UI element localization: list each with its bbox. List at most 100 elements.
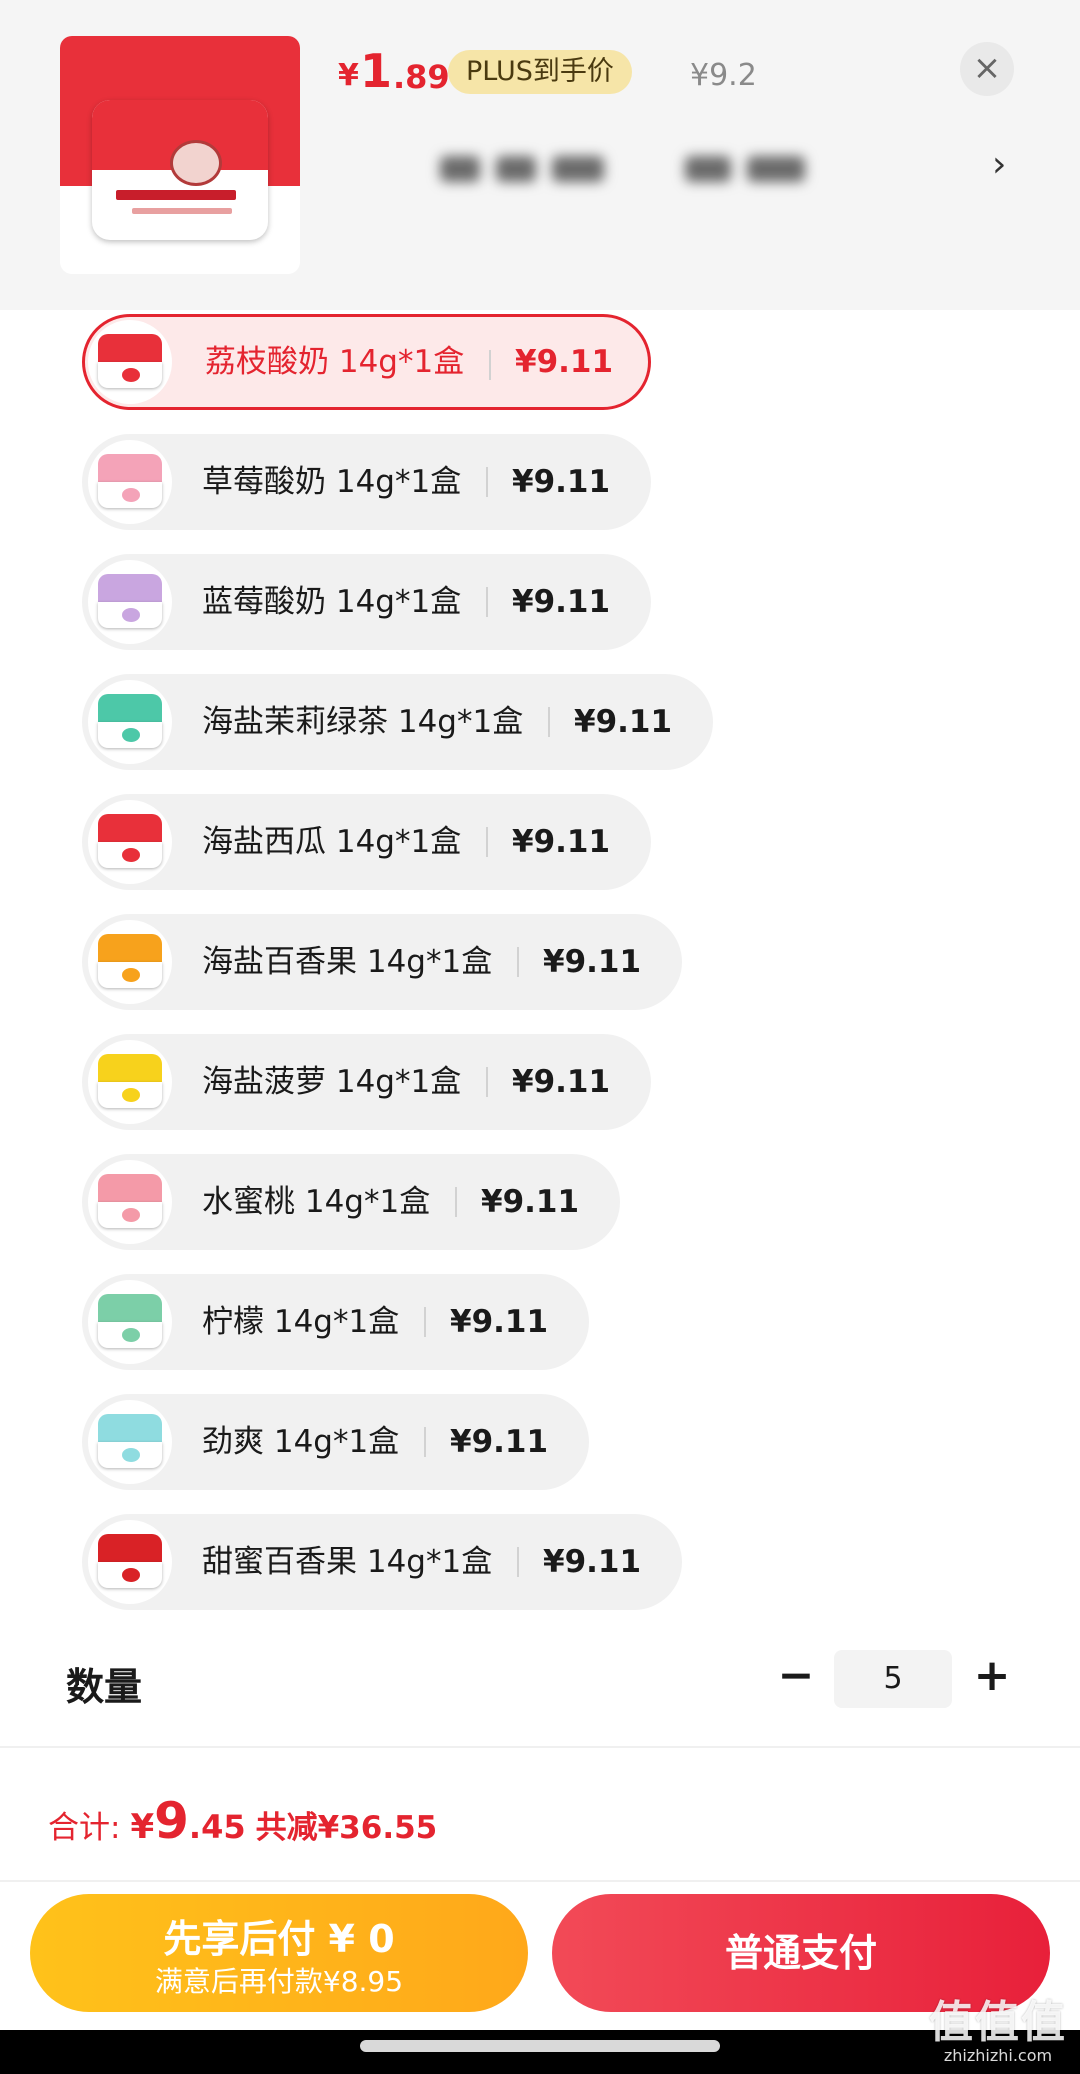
fruit-icon: [122, 1088, 140, 1102]
divider: [0, 1746, 1080, 1748]
fruit-icon: [122, 848, 140, 862]
pay-later-title: 先享后付 ¥ 0: [163, 1917, 395, 1961]
variant-option[interactable]: 甜蜜百香果 14g*1盒 ¥9.11: [82, 1514, 682, 1610]
lychee-icon: [170, 140, 222, 186]
variant-thumbnail-icon: [88, 1040, 172, 1124]
fruit-icon: [122, 1208, 140, 1222]
original-price: ¥9.2: [690, 58, 757, 93]
sheet-header: ¥ 1 .89 PLUS到手价 ¥9.2 × ›: [0, 0, 1080, 310]
sku-sheet: ¥ 1 .89 PLUS到手价 ¥9.2 × › 荔枝酸奶 14g*1盒 ¥9.1…: [0, 0, 1080, 2030]
fruit-icon: [122, 1328, 140, 1342]
pay-later-button[interactable]: 先享后付 ¥ 0 满意后再付款¥8.95: [30, 1894, 528, 2012]
price-decimal: .89: [393, 58, 450, 96]
variant-option[interactable]: 草莓酸奶 14g*1盒 ¥9.11: [82, 434, 651, 530]
variant-option[interactable]: 海盐百香果 14g*1盒 ¥9.11: [82, 914, 682, 1010]
variant-option[interactable]: 海盐茉莉绿茶 14g*1盒 ¥9.11: [82, 674, 713, 770]
fruit-icon: [122, 488, 140, 502]
variant-option[interactable]: 柠檬 14g*1盒 ¥9.11: [82, 1274, 589, 1370]
variant-thumbnail-icon: [88, 440, 172, 524]
tin-lid: [98, 814, 162, 842]
variant-label: 蓝莓酸奶 14g*1盒: [202, 584, 462, 620]
variant-label: 海盐茉莉绿茶 14g*1盒: [202, 704, 524, 740]
tin-lid: [98, 694, 162, 722]
variant-option[interactable]: 海盐西瓜 14g*1盒 ¥9.11: [82, 794, 651, 890]
total-integer: 9: [154, 1792, 189, 1850]
variant-label: 劲爽 14g*1盒: [202, 1424, 400, 1460]
variant-price: ¥9.11: [512, 464, 611, 500]
variant-label: 荔枝酸奶 14g*1盒: [205, 344, 465, 380]
tin-lid: [98, 1174, 162, 1202]
brand-subline: [132, 208, 232, 214]
divider: [486, 587, 488, 617]
pay-later-subtitle: 满意后再付款¥8.95: [154, 1965, 404, 1998]
variant-price: ¥9.11: [543, 944, 642, 980]
home-indicator[interactable]: [360, 2040, 720, 2052]
quantity-increase-button[interactable]: +: [970, 1648, 1014, 1704]
variant-option[interactable]: 水蜜桃 14g*1盒 ¥9.11: [82, 1154, 620, 1250]
variant-price: ¥9.11: [450, 1424, 549, 1460]
divider: [0, 1880, 1080, 1882]
variant-label: 海盐西瓜 14g*1盒: [202, 824, 462, 860]
quantity-input[interactable]: 5: [834, 1650, 952, 1708]
divider: [486, 827, 488, 857]
tin-lid: [98, 574, 162, 602]
variant-thumbnail-icon: [88, 920, 172, 1004]
variant-price: ¥9.11: [574, 704, 673, 740]
total-label: 合计:: [48, 1810, 121, 1846]
tin-lid: [98, 1054, 162, 1082]
variant-label: 柠檬 14g*1盒: [202, 1304, 400, 1340]
product-thumbnail[interactable]: [60, 36, 300, 274]
quantity-decrease-button[interactable]: −: [774, 1648, 818, 1704]
tin-lid: [98, 1294, 162, 1322]
system-navigation-bar: [0, 2030, 1080, 2074]
variant-price: ¥9.11: [512, 584, 611, 620]
fruit-icon: [122, 728, 140, 742]
tin-lid: [98, 1534, 162, 1562]
variant-thumbnail-icon: [88, 680, 172, 764]
chevron-right-icon[interactable]: ›: [992, 144, 1006, 185]
fruit-icon: [122, 608, 140, 622]
variant-option[interactable]: 荔枝酸奶 14g*1盒 ¥9.11: [82, 314, 651, 410]
tin-lid: [98, 1414, 162, 1442]
divider: [486, 1067, 488, 1097]
brand-mark: [116, 190, 236, 200]
variant-label: 甜蜜百香果 14g*1盒: [202, 1544, 493, 1580]
variant-thumbnail-icon: [88, 1400, 172, 1484]
blurred-selection-text: [440, 148, 880, 190]
variant-thumbnail-icon: [88, 560, 172, 644]
variant-option[interactable]: 劲爽 14g*1盒 ¥9.11: [82, 1394, 589, 1490]
divider: [486, 467, 488, 497]
total-savings: 共减¥36.55: [255, 1810, 438, 1846]
divider: [455, 1187, 457, 1217]
fruit-icon: [122, 1448, 140, 1462]
divider: [424, 1307, 426, 1337]
divider: [517, 947, 519, 977]
total-decimal: .45: [188, 1808, 246, 1846]
divider: [548, 707, 550, 737]
variant-price: ¥9.11: [481, 1184, 580, 1220]
variant-label: 水蜜桃 14g*1盒: [202, 1184, 431, 1220]
variant-price: ¥9.11: [512, 1064, 611, 1100]
price-integer: 1: [360, 44, 393, 98]
variant-thumbnail-icon: [88, 1520, 172, 1604]
close-icon[interactable]: ×: [960, 42, 1014, 96]
variant-label: 海盐百香果 14g*1盒: [202, 944, 493, 980]
fruit-icon: [122, 1568, 140, 1582]
variant-price: ¥9.11: [512, 824, 611, 860]
watermark-mark: 值值值: [929, 1997, 1067, 2048]
tin-lid: [98, 454, 162, 482]
variant-option[interactable]: 蓝莓酸奶 14g*1盒 ¥9.11: [82, 554, 651, 650]
variant-thumbnail-icon: [88, 1280, 172, 1364]
variant-label: 海盐菠萝 14g*1盒: [202, 1064, 462, 1100]
quantity-label: 数量: [66, 1665, 143, 1709]
variant-price: ¥9.11: [450, 1304, 549, 1340]
variant-thumbnail-icon: [88, 320, 172, 404]
mint-tin-image: [92, 100, 268, 240]
variant-price: ¥9.11: [543, 1544, 642, 1580]
variant-option[interactable]: 海盐菠萝 14g*1盒 ¥9.11: [82, 1034, 651, 1130]
variant-price: ¥9.11: [515, 344, 614, 380]
variant-label: 草莓酸奶 14g*1盒: [202, 464, 462, 500]
fruit-icon: [122, 968, 140, 982]
price-currency: ¥: [338, 58, 359, 93]
fruit-icon: [122, 368, 140, 382]
